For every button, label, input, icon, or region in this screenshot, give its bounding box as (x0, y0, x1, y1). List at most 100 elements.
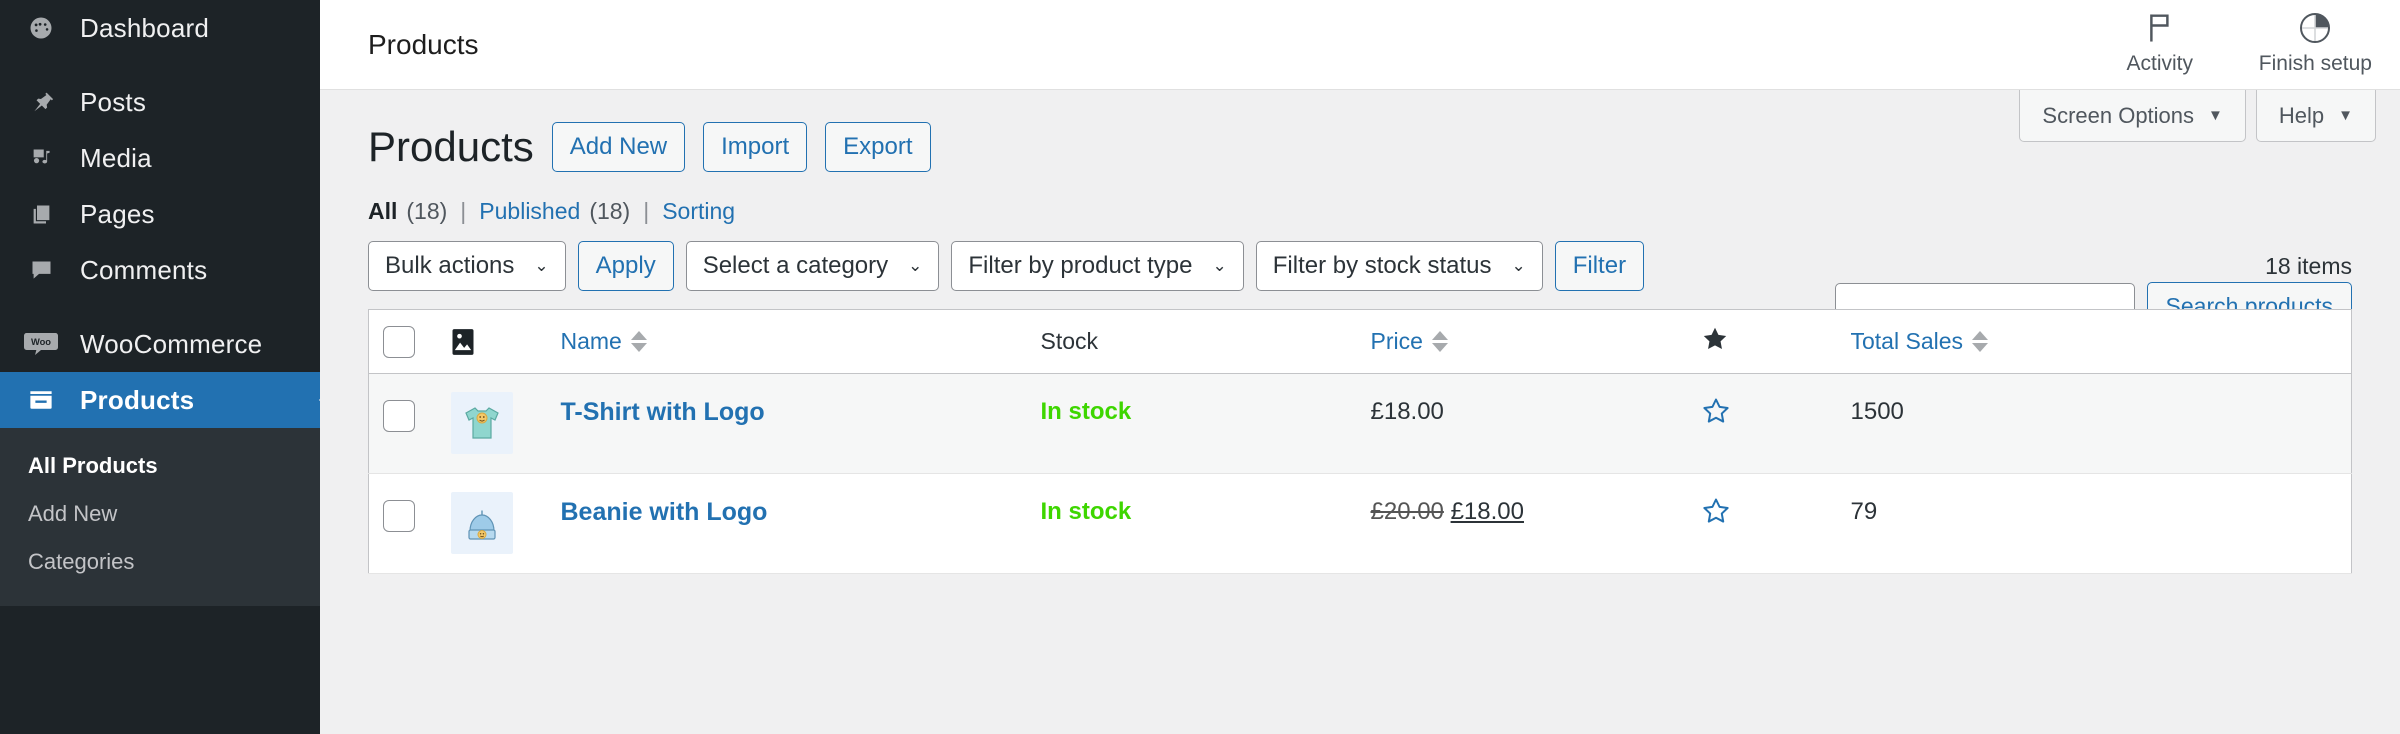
chevron-down-icon: ▼ (2338, 107, 2353, 124)
row-name-cell: Beanie with Logo (547, 474, 1027, 574)
name-sort-link[interactable]: Name (561, 328, 622, 355)
comments-icon (18, 250, 64, 290)
products-icon (18, 380, 64, 420)
activity-button[interactable]: Activity (2115, 11, 2205, 76)
sidebar-item-label: Products (80, 385, 194, 416)
regular-price: £20.00 (1371, 498, 1444, 525)
bulk-actions-select[interactable]: Bulk actions ⌄ (368, 241, 566, 291)
stock-status-filter-select[interactable]: Filter by stock status ⌄ (1256, 241, 1543, 291)
table-head: Name Stock Price (369, 310, 2352, 374)
total-sales-value: 79 (1851, 474, 1878, 526)
sort-arrows-icon[interactable] (1972, 331, 1988, 352)
submenu-item-all-products[interactable]: All Products (0, 442, 320, 490)
star-outline-icon[interactable] (1701, 474, 1731, 532)
activity-label: Activity (2127, 52, 2194, 76)
sidebar-item-label: WooCommerce (80, 329, 262, 360)
row-thumbnail-cell (437, 374, 547, 474)
pie-progress-icon (2298, 11, 2332, 45)
main-area: Products Activity (320, 0, 2400, 734)
sidebar-item-label: Media (80, 143, 152, 174)
pages-icon (18, 194, 64, 234)
woocommerce-header: Products Activity (320, 0, 2400, 90)
product-name-link[interactable]: T-Shirt with Logo (561, 374, 765, 427)
row-stock-cell: In stock (1027, 474, 1357, 574)
view-published-link[interactable]: Published (479, 198, 580, 225)
dashboard-icon (18, 8, 64, 48)
view-all-link[interactable]: All (368, 198, 397, 225)
submenu-item-add-new[interactable]: Add New (0, 490, 320, 538)
star-outline-icon[interactable] (1701, 374, 1731, 432)
admin-sidebar: Dashboard Posts Media (0, 0, 320, 734)
product-price: £20.00 £18.00 (1371, 474, 1524, 526)
products-table-wrapper: Name Stock Price (368, 309, 2352, 574)
row-price-cell: £18.00 (1357, 374, 1687, 474)
sidebar-item-posts[interactable]: Posts (0, 74, 320, 130)
price-sort-link[interactable]: Price (1371, 328, 1423, 355)
total-sales-value: 1500 (1851, 374, 1904, 426)
table-nav-top: Bulk actions ⌄ Apply Select a category ⌄… (368, 241, 2352, 291)
screen-options-button[interactable]: Screen Options ▼ (2019, 90, 2246, 142)
sidebar-item-label: Posts (80, 87, 146, 118)
svg-text:Woo: Woo (31, 337, 51, 347)
name-header[interactable]: Name (547, 310, 1027, 374)
beanie-thumbnail[interactable] (451, 492, 513, 554)
product-name-link[interactable]: Beanie with Logo (561, 474, 768, 527)
stock-status-filter-label: Filter by stock status (1273, 252, 1492, 280)
page-breadcrumb-title: Products (368, 29, 2115, 61)
row-featured-cell (1687, 474, 1837, 574)
help-button[interactable]: Help ▼ (2256, 90, 2376, 142)
add-new-button[interactable]: Add New (552, 122, 685, 172)
finish-setup-label: Finish setup (2259, 52, 2372, 76)
finish-setup-button[interactable]: Finish setup (2259, 11, 2372, 76)
category-filter-select[interactable]: Select a category ⌄ (686, 241, 940, 291)
select-all-checkbox[interactable] (383, 326, 415, 358)
sidebar-item-products[interactable]: Products (0, 372, 320, 428)
pin-icon (18, 82, 64, 122)
table-header-row: Name Stock Price (369, 310, 2352, 374)
sidebar-item-dashboard[interactable]: Dashboard (0, 0, 320, 56)
table-row: Beanie with Logo In stock £20.00 £18.00 (369, 474, 2352, 574)
sidebar-item-woocommerce[interactable]: Woo WooCommerce (0, 316, 320, 372)
thumbnail-header (437, 310, 547, 374)
sidebar-item-label: Comments (80, 255, 207, 286)
view-sorting-link[interactable]: Sorting (662, 198, 735, 225)
chevron-down-icon: ⌄ (1213, 256, 1227, 276)
export-button[interactable]: Export (825, 122, 930, 172)
total-sales-header[interactable]: Total Sales (1837, 310, 2352, 374)
import-button[interactable]: Import (703, 122, 807, 172)
row-stock-cell: In stock (1027, 374, 1357, 474)
tshirt-thumbnail[interactable] (451, 392, 513, 454)
product-type-filter-select[interactable]: Filter by product type ⌄ (951, 241, 1243, 291)
row-price-cell: £20.00 £18.00 (1357, 474, 1687, 574)
total-sales-sort-link[interactable]: Total Sales (1851, 328, 1964, 355)
sidebar-item-media[interactable]: Media (0, 130, 320, 186)
sidebar-item-comments[interactable]: Comments (0, 242, 320, 298)
flag-icon (2145, 11, 2175, 45)
stock-header: Stock (1027, 310, 1357, 374)
header-actions: Activity Finish setup (2115, 11, 2372, 78)
product-price: £18.00 (1371, 374, 1444, 426)
sort-arrows-icon[interactable] (631, 331, 647, 352)
filter-button[interactable]: Filter (1555, 241, 1644, 291)
sidebar-item-label: Dashboard (80, 13, 209, 44)
chevron-down-icon: ⌄ (534, 256, 548, 276)
price-header[interactable]: Price (1357, 310, 1687, 374)
woo-icon: Woo (18, 324, 64, 364)
row-checkbox[interactable] (383, 500, 415, 532)
row-name-cell: T-Shirt with Logo (547, 374, 1027, 474)
row-checkbox[interactable] (383, 400, 415, 432)
sort-arrows-icon[interactable] (1432, 331, 1448, 352)
views-divider: | (460, 198, 466, 225)
meta-spacer (2376, 90, 2400, 142)
sidebar-divider (0, 56, 320, 74)
media-icon (18, 138, 64, 178)
apply-button[interactable]: Apply (578, 241, 674, 291)
sidebar-item-pages[interactable]: Pages (0, 186, 320, 242)
submenu-item-categories[interactable]: Categories (0, 538, 320, 586)
row-total-sales-cell: 1500 (1837, 374, 2352, 474)
chevron-down-icon: ⌄ (1511, 256, 1525, 276)
chevron-down-icon: ⌄ (908, 256, 922, 276)
sidebar-item-label: Pages (80, 199, 155, 230)
screen-options-label: Screen Options (2042, 103, 2194, 129)
row-total-sales-cell: 79 (1837, 474, 2352, 574)
